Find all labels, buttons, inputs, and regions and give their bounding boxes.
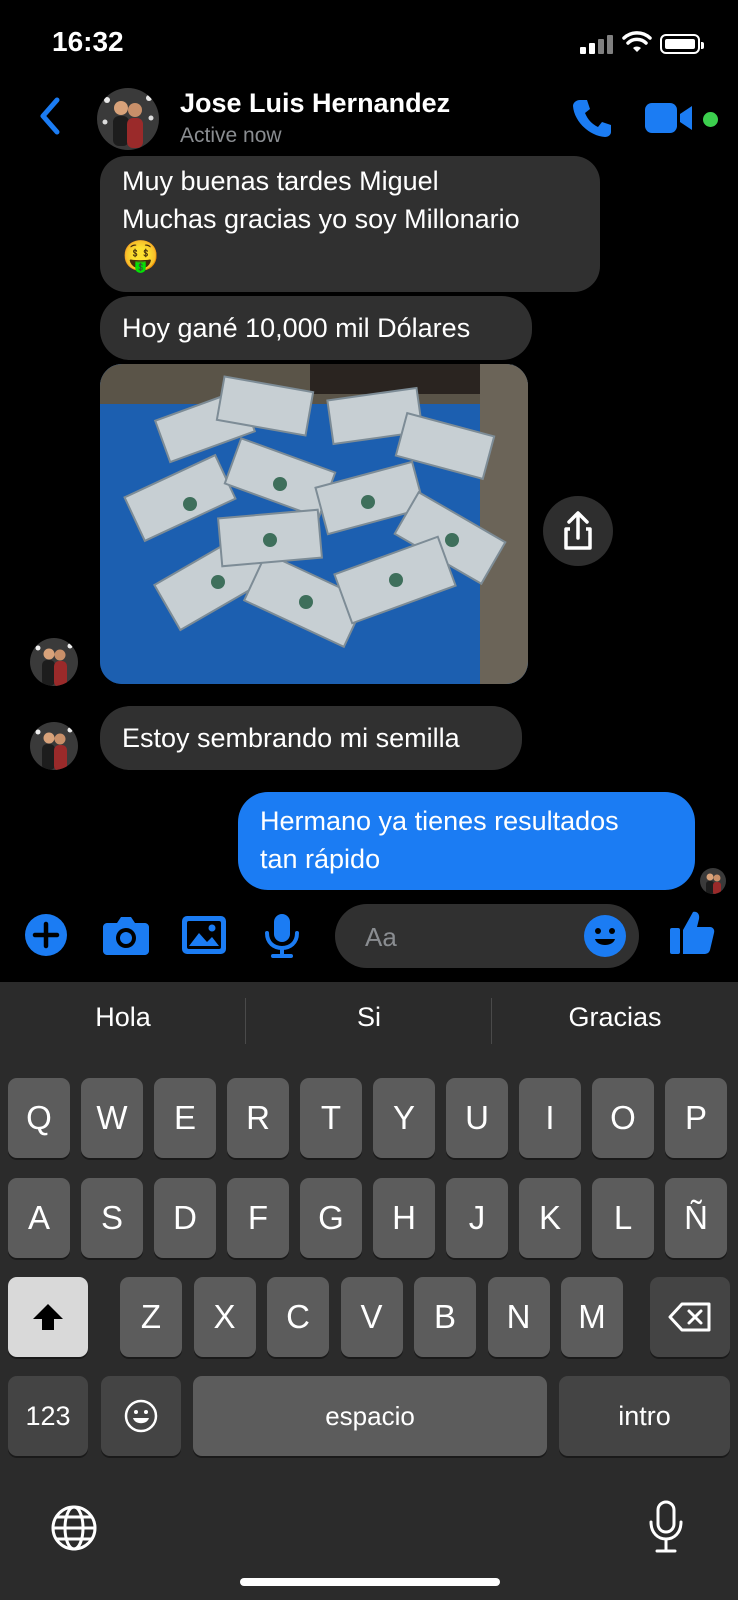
key-m[interactable]: M	[561, 1277, 623, 1357]
key-t[interactable]: T	[300, 1078, 362, 1158]
key-u[interactable]: U	[446, 1078, 508, 1158]
emoji-keyboard-key[interactable]	[101, 1376, 181, 1456]
keyboard: Hola Si Gracias 123 espacio intro QWERTY…	[0, 982, 738, 1600]
key-b[interactable]: B	[414, 1277, 476, 1357]
message-bubble[interactable]: Muy buenas tardes Miguel Muchas gracias …	[100, 156, 600, 292]
key-e[interactable]: E	[154, 1078, 216, 1158]
seen-indicator-avatar	[700, 868, 726, 894]
gallery-icon[interactable]	[181, 913, 227, 957]
backspace-icon	[668, 1302, 711, 1332]
key-l[interactable]: L	[592, 1178, 654, 1258]
key-g[interactable]: G	[300, 1178, 362, 1258]
key-s[interactable]: S	[81, 1178, 143, 1258]
cellular-signal-icon	[580, 34, 614, 54]
key-n[interactable]: N	[487, 1277, 550, 1357]
key-p[interactable]: P	[665, 1078, 727, 1158]
message-bubble[interactable]: Estoy sembrando mi semilla	[100, 706, 522, 770]
return-key[interactable]: intro	[559, 1376, 730, 1456]
key-v[interactable]: V	[340, 1277, 403, 1357]
wifi-icon	[622, 31, 652, 52]
message-input-container[interactable]	[335, 904, 639, 970]
key-r[interactable]: R	[227, 1078, 289, 1158]
key-a[interactable]: A	[8, 1178, 70, 1258]
message-line: Muchas gracias yo soy Millonario	[122, 204, 520, 234]
contact-avatar[interactable]	[30, 638, 78, 686]
key-d[interactable]: D	[154, 1178, 216, 1258]
key-q[interactable]: Q	[8, 1078, 70, 1158]
camera-icon[interactable]	[102, 913, 150, 957]
contact-name[interactable]: Jose Luis Hernandez	[180, 88, 450, 119]
space-key[interactable]: espacio	[193, 1376, 547, 1456]
emoji-icon[interactable]	[583, 914, 627, 958]
phone-icon[interactable]	[570, 96, 614, 140]
key-y[interactable]: Y	[373, 1078, 435, 1158]
message-input[interactable]	[363, 904, 567, 970]
suggestion-si[interactable]: Si	[246, 1002, 492, 1033]
share-button[interactable]	[543, 496, 613, 566]
active-status: Active now	[180, 124, 282, 147]
plus-icon[interactable]	[24, 913, 68, 957]
suggestion-gracias[interactable]: Gracias	[492, 1002, 738, 1033]
chevron-left-icon[interactable]	[38, 96, 62, 136]
message-line: Muy buenas tardes Miguel	[122, 166, 439, 196]
suggestion-hola[interactable]: Hola	[0, 1002, 246, 1033]
key-f[interactable]: F	[227, 1178, 289, 1258]
avatar[interactable]	[97, 88, 159, 150]
message-line: tan rápido	[260, 844, 381, 874]
key-z[interactable]: Z	[120, 1277, 182, 1357]
microphone-icon[interactable]	[262, 913, 302, 959]
shift-key[interactable]	[8, 1277, 88, 1357]
shift-arrow-icon	[33, 1304, 63, 1330]
battery-icon	[660, 34, 704, 54]
key-w[interactable]: W	[81, 1078, 143, 1158]
delete-key[interactable]	[650, 1277, 730, 1357]
numbers-key[interactable]: 123	[8, 1376, 88, 1456]
key-h[interactable]: H	[373, 1178, 435, 1258]
key-j[interactable]: J	[446, 1178, 508, 1258]
money-mouth-emoji: 🤑	[122, 240, 160, 273]
emoji-icon	[124, 1399, 158, 1433]
video-call-icon[interactable]	[644, 101, 696, 135]
message-photo[interactable]	[100, 364, 528, 684]
like-icon[interactable]	[668, 908, 716, 956]
key-c[interactable]: C	[267, 1277, 329, 1357]
key-k[interactable]: K	[519, 1178, 581, 1258]
status-time: 16:32	[52, 26, 124, 57]
message-bubble[interactable]: Hoy gané 10,000 mil Dólares	[100, 296, 532, 360]
key-x[interactable]: X	[193, 1277, 256, 1357]
key-o[interactable]: O	[592, 1078, 654, 1158]
share-icon	[564, 511, 592, 550]
online-indicator	[703, 112, 718, 127]
my-message-bubble[interactable]: Hermano ya tienes resultados tan rápido	[238, 792, 695, 890]
globe-icon[interactable]	[50, 1504, 98, 1552]
key-ñ[interactable]: Ñ	[665, 1178, 727, 1258]
dictation-microphone-icon[interactable]	[648, 1500, 684, 1554]
contact-avatar[interactable]	[30, 722, 78, 770]
message-line: Hermano ya tienes resultados	[260, 806, 619, 836]
key-i[interactable]: I	[519, 1078, 581, 1158]
home-indicator[interactable]	[240, 1578, 500, 1586]
